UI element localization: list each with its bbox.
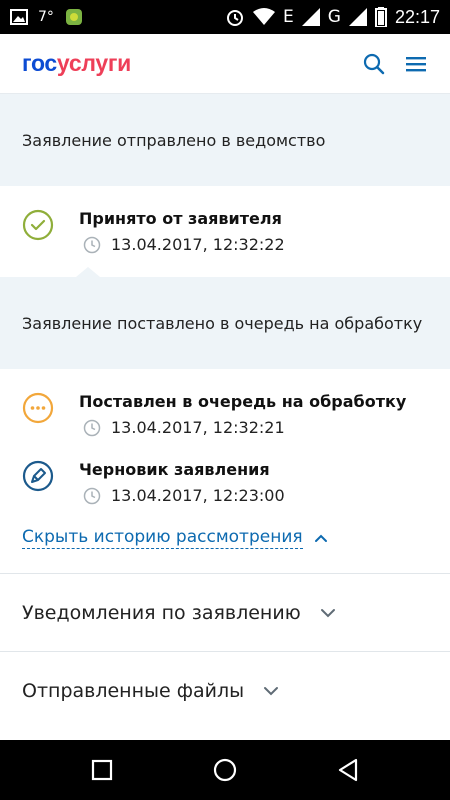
status-date-text: 13.04.2017, 12:32:22 [111,235,285,254]
status-item-draft: Черновик заявления 13.04.2017, 12:23:00 [22,460,428,505]
sent-to-agency-text: Заявление отправлено в ведомство [22,130,326,150]
menu-icon[interactable] [404,52,428,76]
status-item-accepted: Принято от заявителя 13.04.2017, 12:32:2… [22,209,428,254]
back-icon[interactable] [335,757,361,783]
pencil-circle-icon [22,460,54,492]
home-icon[interactable] [212,757,238,783]
status-item-queued: Поставлен в очередь на обработку 13.04.2… [22,392,428,437]
status-group-accepted: Принято от заявителя 13.04.2017, 12:32:2… [0,186,450,277]
queued-banner: Заявление поставлено в очередь на обрабо… [0,267,450,369]
app-header: госуслуги [0,34,450,94]
notifications-label: Уведомления по заявлению [22,601,301,624]
sent-to-agency-banner: Заявление отправлено в ведомство [0,94,450,186]
queued-text: Заявление поставлено в очередь на обрабо… [22,313,423,333]
alarm-icon [225,7,245,27]
app-notification-icon [64,7,84,27]
application-history: Заявление отправлено в ведомство Принято… [0,94,450,740]
status-group-queued: Поставлен в очередь на обработку 13.04.2… [0,369,450,505]
status-date-text: 13.04.2017, 12:32:21 [111,418,285,437]
battery-icon [374,7,387,27]
check-circle-icon [22,209,54,241]
wifi-icon [253,8,276,26]
header-actions [362,52,428,76]
status-date: 13.04.2017, 12:32:21 [83,418,406,437]
clock-icon [83,236,101,253]
status-date: 13.04.2017, 12:23:00 [83,486,285,505]
status-text-queued: Поставлен в очередь на обработку 13.04.2… [79,392,406,437]
sent-files-section[interactable]: Отправленные файлы [0,651,450,729]
system-navigation-bar [0,740,450,800]
logo-part-gos: гос [22,50,57,76]
recent-apps-icon[interactable] [89,757,115,783]
clock-time: 22:17 [394,6,440,27]
network-type-g: G [327,7,341,27]
hide-history-link[interactable]: Скрыть историю рассмотрения [0,527,450,549]
ellipsis-circle-icon [22,392,54,424]
status-text-draft: Черновик заявления 13.04.2017, 12:23:00 [79,460,285,505]
hide-history-text: Скрыть историю рассмотрения [22,527,303,549]
status-bar-left: 7° [10,7,84,27]
chevron-up-icon [314,534,327,542]
search-icon[interactable] [362,52,386,76]
status-bar: 7° E G 22:17 [0,0,450,34]
signal-icon-2 [348,8,367,26]
network-type-e: E [283,7,294,27]
gallery-notification-icon [10,9,28,25]
logo-part-uslugi: услуги [56,50,131,76]
chevron-down-icon [264,686,279,695]
notifications-section[interactable]: Уведомления по заявлению [0,573,450,651]
status-date-text: 13.04.2017, 12:23:00 [111,486,285,505]
gosuslugi-logo[interactable]: госуслуги [22,50,131,77]
clock-icon [83,487,101,504]
clock-icon [83,419,101,436]
chevron-down-icon [320,608,335,617]
sent-files-label: Отправленные файлы [22,679,245,702]
status-date: 13.04.2017, 12:32:22 [83,235,285,254]
status-title: Поставлен в очередь на обработку [79,392,407,411]
status-title: Черновик заявления [79,460,270,479]
temperature-text: 7° [38,9,54,25]
status-bar-right: E G 22:17 [225,7,440,28]
signal-icon [301,8,320,26]
status-text-accepted: Принято от заявителя 13.04.2017, 12:32:2… [79,209,285,254]
status-title: Принято от заявителя [79,209,282,228]
